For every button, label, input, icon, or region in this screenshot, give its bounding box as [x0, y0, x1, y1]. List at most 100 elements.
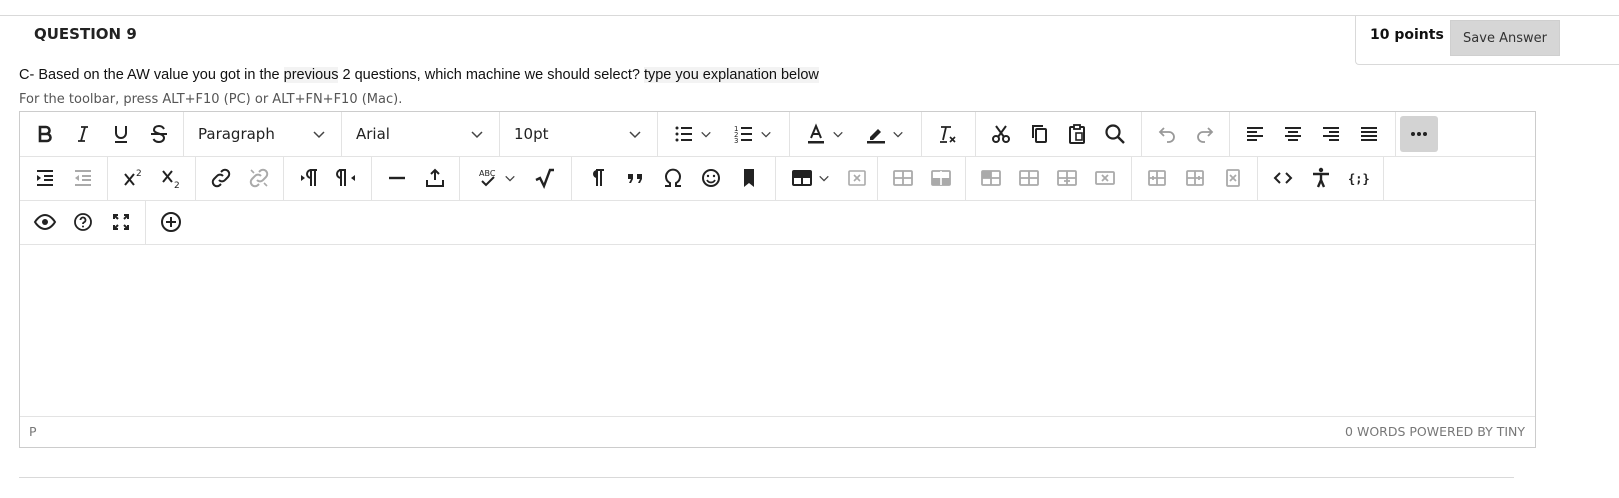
- list-group: 123: [658, 112, 790, 156]
- add-group: [146, 200, 206, 244]
- question-text: C- Based on the AW value you got in the …: [19, 67, 819, 83]
- editor-statusbar: P 0 WORDS POWERED BY TINY: [20, 417, 1535, 447]
- italic-icon[interactable]: [64, 116, 102, 152]
- row-after-icon[interactable]: [922, 160, 960, 196]
- link-group: [196, 156, 284, 200]
- misc-group: {;}: [1258, 156, 1384, 200]
- script-group: 2 2: [108, 156, 196, 200]
- horizontal-rule-icon[interactable]: [378, 160, 416, 196]
- redo-icon[interactable]: [1186, 116, 1224, 152]
- col-before-icon[interactable]: [1138, 160, 1176, 196]
- bottom-divider: [19, 477, 1514, 478]
- omega-icon[interactable]: [654, 160, 692, 196]
- clear-format-group: [922, 112, 976, 156]
- align-group: [1230, 112, 1396, 156]
- cell-group: [966, 156, 1132, 200]
- row-before-icon[interactable]: [884, 160, 922, 196]
- split-cell-icon[interactable]: [1048, 160, 1086, 196]
- add-content-icon[interactable]: [152, 204, 190, 240]
- link-icon[interactable]: [202, 160, 240, 196]
- numbered-list-icon[interactable]: 123: [722, 116, 782, 152]
- spellcheck-group: ABC: [460, 156, 572, 200]
- math-icon[interactable]: [526, 160, 564, 196]
- question-text-part: 2 questions, which machine we should sel…: [338, 67, 644, 83]
- special-group: [572, 156, 776, 200]
- block-format-dropdown[interactable]: Paragraph: [188, 116, 338, 152]
- indent-icon[interactable]: [26, 160, 64, 196]
- rich-text-editor: Paragraph Arial 10pt 123 2 2 ABC {;} P 0…: [19, 111, 1536, 448]
- subscript-icon[interactable]: 2: [152, 160, 190, 196]
- delete-col-icon[interactable]: [1214, 160, 1252, 196]
- highlight-icon[interactable]: [854, 116, 914, 152]
- clear-formatting-icon[interactable]: [928, 116, 966, 152]
- direction-group: [284, 156, 372, 200]
- points-panel: 10 points Save Answer: [1355, 15, 1619, 65]
- font-size-dropdown[interactable]: 10pt: [504, 116, 654, 152]
- insert-group: [372, 156, 460, 200]
- preview-icon[interactable]: [26, 204, 64, 240]
- cut-icon[interactable]: [982, 116, 1020, 152]
- search-icon[interactable]: [1096, 116, 1134, 152]
- font-family-group: Arial: [342, 112, 500, 156]
- strikethrough-icon[interactable]: [140, 116, 178, 152]
- top-divider: [0, 15, 1360, 16]
- chevron-down-icon: [313, 131, 325, 139]
- bookmark-icon[interactable]: [730, 160, 768, 196]
- toolbar-hint: For the toolbar, press ALT+F10 (PC) or A…: [19, 92, 403, 107]
- clipboard-group: [976, 112, 1142, 156]
- bold-icon[interactable]: [26, 116, 64, 152]
- merge-cells-icon[interactable]: [1010, 160, 1048, 196]
- emoticon-icon[interactable]: [692, 160, 730, 196]
- font-family-dropdown[interactable]: Arial: [346, 116, 496, 152]
- save-answer-button[interactable]: Save Answer: [1450, 20, 1560, 56]
- align-right-icon[interactable]: [1312, 116, 1350, 152]
- question-text-part: previous: [283, 67, 339, 83]
- paragraph-mark-icon[interactable]: [578, 160, 616, 196]
- table-group: [776, 156, 878, 200]
- outdent-icon[interactable]: [64, 160, 102, 196]
- cell-props-icon[interactable]: [972, 160, 1010, 196]
- question-text-part: type you explanation below: [643, 67, 819, 83]
- undo-icon[interactable]: [1148, 116, 1186, 152]
- template-icon[interactable]: {;}: [1340, 160, 1378, 196]
- history-group: [1142, 112, 1230, 156]
- toolbar-row-2: 2 2 ABC {;}: [20, 156, 1535, 201]
- code-icon[interactable]: [1264, 160, 1302, 196]
- table-icon[interactable]: [782, 160, 838, 196]
- help-icon[interactable]: [64, 204, 102, 240]
- rtl-icon[interactable]: [328, 160, 366, 196]
- align-left-icon[interactable]: [1236, 116, 1274, 152]
- more-group: [1396, 112, 1456, 156]
- justify-icon[interactable]: [1350, 116, 1388, 152]
- copy-icon[interactable]: [1020, 116, 1058, 152]
- row-group: [878, 156, 966, 200]
- bullet-list-icon[interactable]: [662, 116, 722, 152]
- superscript-icon[interactable]: 2: [114, 160, 152, 196]
- delete-table-icon[interactable]: [838, 160, 876, 196]
- fullscreen-icon[interactable]: [102, 204, 140, 240]
- ltr-icon[interactable]: [290, 160, 328, 196]
- col-after-icon[interactable]: [1176, 160, 1214, 196]
- toolbar-row-3: [20, 200, 1535, 245]
- block-format-value: Paragraph: [198, 125, 275, 143]
- word-count: 0 WORDS POWERED BY TINY: [1345, 424, 1525, 439]
- editor-content-area[interactable]: [20, 245, 1535, 417]
- font-family-value: Arial: [356, 125, 390, 143]
- element-path[interactable]: P: [29, 424, 37, 439]
- blockquote-icon[interactable]: [616, 160, 654, 196]
- underline-icon[interactable]: [102, 116, 140, 152]
- unlink-icon[interactable]: [240, 160, 278, 196]
- paste-icon[interactable]: [1058, 116, 1096, 152]
- align-center-icon[interactable]: [1274, 116, 1312, 152]
- text-color-icon[interactable]: [794, 116, 854, 152]
- svg-text:{;}: {;}: [1348, 172, 1370, 186]
- format-group: [20, 112, 184, 156]
- svg-text:2: 2: [136, 169, 142, 179]
- accessibility-icon[interactable]: [1302, 160, 1340, 196]
- insert-file-icon[interactable]: [416, 160, 454, 196]
- delete-row-icon[interactable]: [1086, 160, 1124, 196]
- chevron-down-icon: [629, 131, 641, 139]
- spellcheck-icon[interactable]: ABC: [466, 160, 526, 196]
- more-icon[interactable]: [1400, 116, 1438, 152]
- toolbar-row-1: Paragraph Arial 10pt 123: [20, 112, 1535, 157]
